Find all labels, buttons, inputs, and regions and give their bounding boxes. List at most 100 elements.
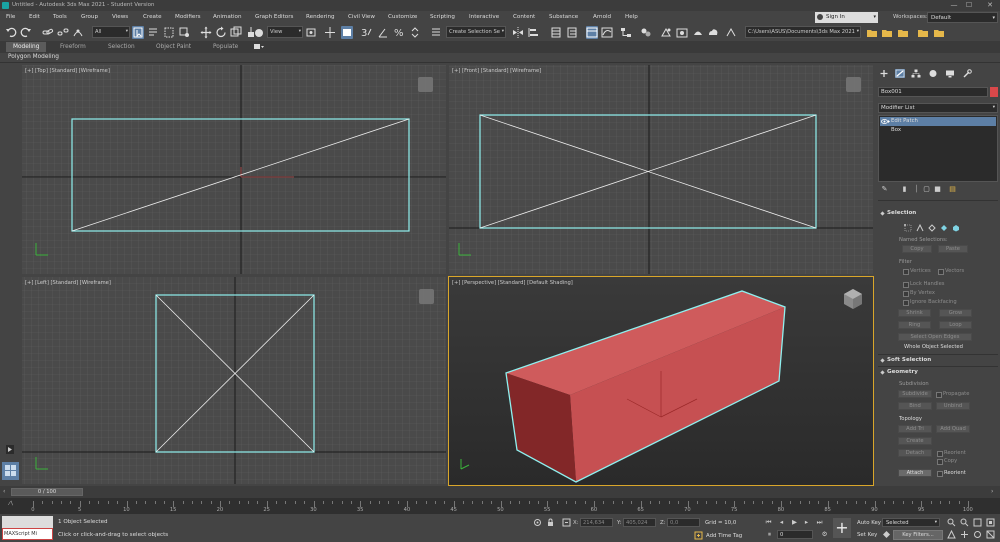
menu-file[interactable]: File [6,14,15,20]
close-button[interactable]: ✕ [984,1,996,10]
selection-region-icon[interactable] [163,26,175,39]
propagate-checkbox[interactable]: Propagate [936,391,969,398]
grow-button[interactable]: Grow [939,309,972,317]
unlink-icon[interactable] [57,26,69,39]
time-configuration-icon[interactable]: ⚙ [820,530,829,539]
soft-selection-rollout-header[interactable]: Soft Selection [878,356,998,365]
make-unique-icon[interactable]: ⏐ [912,185,921,194]
zoom-icon[interactable] [947,518,956,527]
select-and-manipulate-icon[interactable] [324,26,336,39]
add-time-tag-link[interactable]: Add Time Tag [706,533,742,539]
menu-interactive[interactable]: Interactive [469,14,499,20]
time-slider-thumb[interactable]: 0 / 100 [11,488,83,496]
new-key-button[interactable]: + [833,518,851,538]
zoom-extents-icon[interactable] [973,518,982,527]
isolate-selection-icon[interactable] [533,518,542,527]
zoom-all-icon[interactable] [960,518,969,527]
z-coordinate-field[interactable]: 0,0 [667,518,700,527]
current-frame-field[interactable]: 0 [777,530,813,539]
rendered-frame-window-icon[interactable] [676,26,688,39]
render-setup-icon[interactable] [660,26,672,39]
ring-button[interactable]: Ring [898,321,931,329]
toggle-scene-explorer-icon[interactable] [550,26,562,39]
polygon-modeling-panel[interactable]: Polygon Modeling [8,54,59,60]
bind-button[interactable]: Bind [898,402,932,410]
add-tri-button[interactable]: Add Tri [898,425,932,433]
viewcube-icon[interactable] [419,289,434,304]
menu-views[interactable]: Views [112,14,128,20]
keyboard-shortcut-override-icon[interactable] [341,26,353,39]
by-vertex-checkbox[interactable]: By Vertex [903,290,935,297]
y-coordinate-field[interactable]: 405,024 [623,518,656,527]
shrink-button[interactable]: Shrink [898,309,931,317]
loop-button[interactable]: Loop [939,321,972,329]
curve-editor-icon[interactable] [601,26,613,39]
viewport-top-label[interactable]: [+] [Top] [Standard] [Wireframe] [25,68,110,74]
modify-tab-icon[interactable] [895,69,905,78]
field-of-view-icon[interactable] [947,530,956,539]
edge-level-icon[interactable] [928,224,936,232]
time-tag-icon[interactable] [694,531,703,540]
pan-view-icon[interactable] [960,530,969,539]
key-filter-icon[interactable] [882,530,891,539]
reorient-checkbox[interactable]: Reorient [937,450,966,457]
pin-stack-icon[interactable]: ✎ [880,185,889,194]
menu-tools[interactable]: Tools [53,14,67,20]
menu-customize[interactable]: Customize [388,14,417,20]
material-editor-icon[interactable] [640,26,652,39]
tab-populate[interactable]: Populate [206,42,245,52]
display-tab-icon[interactable] [945,69,955,78]
schematic-view-icon[interactable] [620,26,632,39]
toggle-layer-explorer-icon[interactable] [566,26,578,39]
paste-selection-button[interactable]: Paste [938,245,968,253]
motion-tab-icon[interactable] [928,69,938,78]
render-teapot-icon[interactable] [253,26,265,39]
snaps-toggle-icon[interactable]: 3 [360,26,372,39]
selection-rollout-header[interactable]: Selection [878,209,998,218]
selection-lock-icon[interactable] [546,518,555,527]
bind-space-warp-icon[interactable] [72,26,84,39]
viewport-top[interactable]: [+] [Top] [Standard] [Wireframe] [22,65,446,274]
menu-arnold[interactable]: Arnold [593,14,611,20]
absolute-mode-transform-icon[interactable] [562,518,571,527]
render-production-icon[interactable] [692,26,704,39]
select-and-rotate-icon[interactable] [215,26,227,39]
viewport-left[interactable]: [+] [Left] [Standard] [Wireframe] [22,277,446,484]
tab-modeling[interactable]: Modeling [6,42,47,52]
viewcube-icon[interactable] [846,77,861,92]
select-and-move-icon[interactable] [200,26,212,39]
project-folder-icon[interactable] [866,26,878,39]
previous-frame-icon[interactable]: ◂ [777,518,786,527]
auto-key-button[interactable]: Auto Key [857,520,881,526]
named-selection-sets-dropdown[interactable]: Create Selection Se ▾ [446,26,506,38]
play-icon[interactable]: ▶ [790,518,799,527]
set-key-button[interactable]: Set Key [857,532,877,538]
render-in-cloud-icon[interactable] [707,26,719,39]
open-mini-curve-editor-icon[interactable]: ⁄∖ [9,501,13,507]
viewport-left-label[interactable]: [+] [Left] [Standard] [Wireframe] [25,280,111,286]
object-color-swatch[interactable] [990,87,998,97]
project-from-template-icon[interactable] [933,26,945,39]
project-folder-dropdown[interactable]: C:\Users\ASUS\Documents\3ds Max 2021 ▾ [745,26,861,38]
viewport-front[interactable]: [+] [Front] [Standard] [Wireframe] [449,65,873,274]
align-icon[interactable] [527,26,539,39]
go-to-start-icon[interactable]: ⏮ [764,518,773,527]
delete-icon[interactable]: ■ [933,185,942,194]
utilities-tab-icon[interactable] [962,69,972,78]
patch-level-icon[interactable] [940,224,948,232]
reference-coordinate-system-dropdown[interactable]: View ▾ [267,26,303,38]
viewport-perspective[interactable]: [+] [Perspective] [Standard] [Default Sh… [448,276,874,486]
angle-snap-icon[interactable] [377,26,389,39]
create-tab-icon[interactable] [879,69,889,78]
menu-graph-editors[interactable]: Graph Editors [255,14,293,20]
link-icon[interactable] [42,26,54,39]
menu-scripting[interactable]: Scripting [430,14,455,20]
menu-animation[interactable]: Animation [213,14,242,20]
x-coordinate-field[interactable]: 214,634 [580,518,613,527]
vertices-checkbox[interactable]: Vertices [903,268,931,275]
maxscript-mini-listener-field[interactable]: MAXScript Mi [2,528,53,540]
create-button[interactable]: Create [898,437,932,445]
ribbon-options-icon[interactable] [254,44,264,50]
eye-icon[interactable] [881,118,890,125]
workspace-select[interactable]: Default ▾ [927,12,998,23]
